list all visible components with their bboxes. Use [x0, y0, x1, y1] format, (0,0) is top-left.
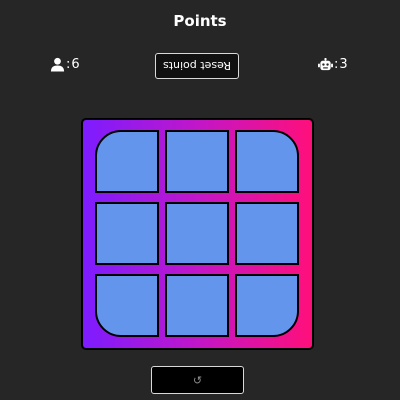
bot-score: : 3: [318, 57, 348, 72]
board-cell-2[interactable]: [165, 130, 229, 193]
restart-icon: ↺: [192, 373, 203, 387]
user-icon: [50, 57, 65, 72]
board-cell-8[interactable]: [165, 274, 229, 337]
player-score: : 6: [50, 57, 80, 72]
page-title: Points: [173, 12, 227, 30]
board-cell-4[interactable]: [95, 202, 159, 265]
board-cell-1[interactable]: [95, 130, 159, 193]
board-cell-3[interactable]: [235, 130, 299, 193]
game-page: Points : 6 Reset points : 3 ↺: [0, 0, 400, 400]
bot-score-separator: :: [334, 57, 339, 72]
player-score-separator: :: [66, 57, 71, 72]
board-cell-5[interactable]: [165, 202, 229, 265]
bot-score-value: 3: [339, 57, 348, 72]
game-board: [81, 118, 314, 350]
player-score-value: 6: [71, 57, 80, 72]
restart-button[interactable]: ↺: [151, 366, 244, 394]
board-cell-7[interactable]: [95, 274, 159, 337]
robot-icon: [318, 57, 333, 72]
reset-points-button[interactable]: Reset points: [155, 53, 239, 79]
board-cell-6[interactable]: [235, 202, 299, 265]
board-cell-9[interactable]: [235, 274, 299, 337]
